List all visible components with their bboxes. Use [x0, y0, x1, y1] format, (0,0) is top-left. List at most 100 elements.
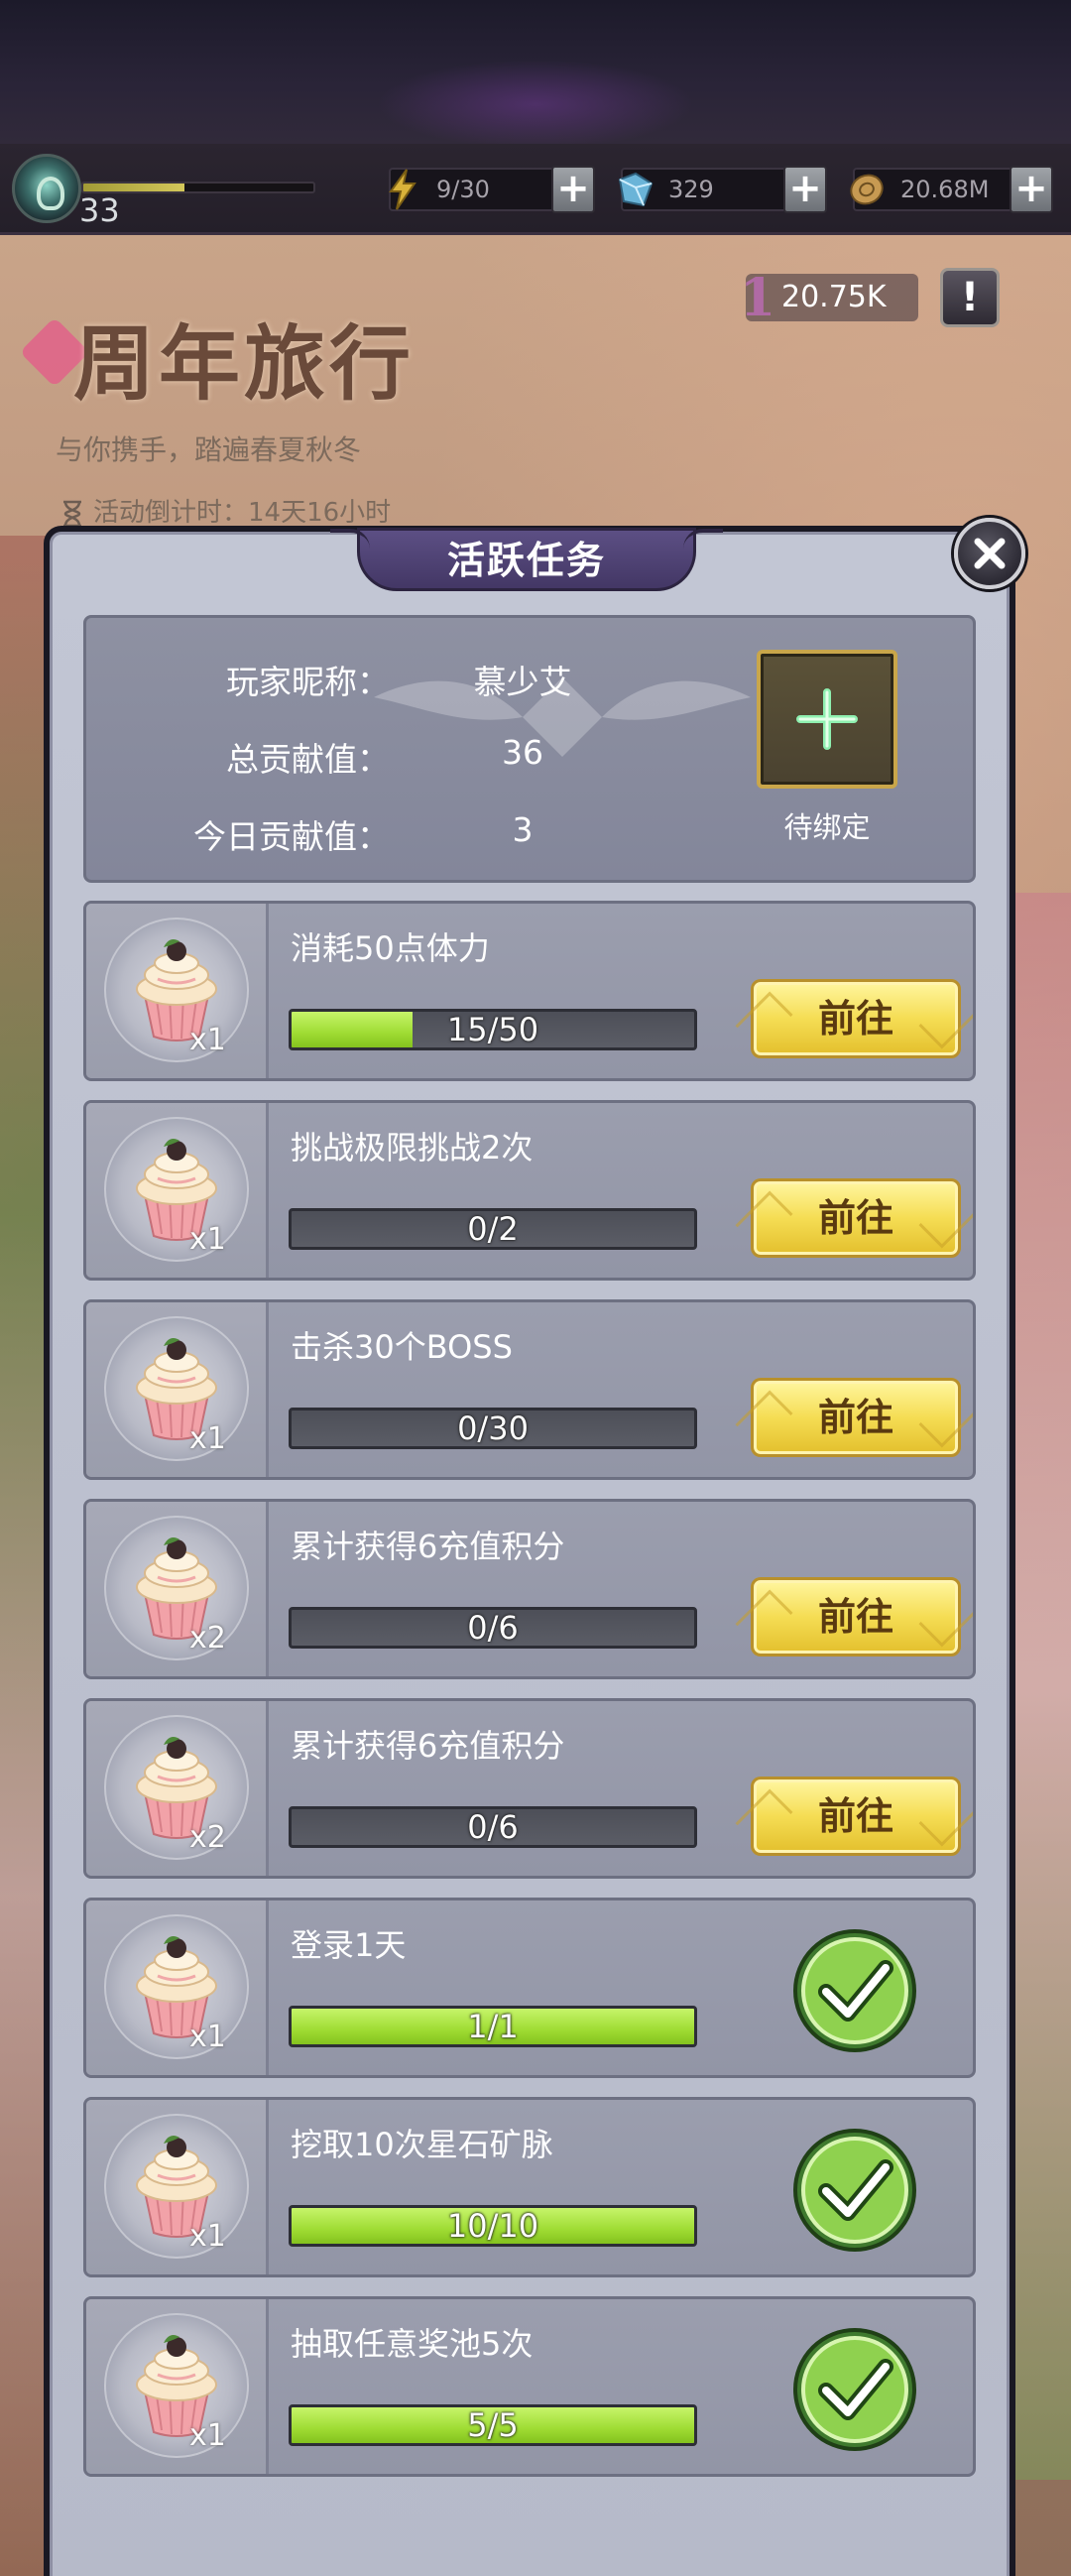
- bind-account-button[interactable]: [757, 650, 897, 789]
- resource-bar: 33 9/30 + 329 + 20.68M +: [0, 144, 1071, 235]
- task-reward[interactable]: x2: [86, 1502, 269, 1676]
- event-subtitle: 与你携手，踏遍春夏秋冬: [56, 433, 362, 466]
- go-button[interactable]: 前往: [751, 1577, 961, 1656]
- progress-text: 15/50: [446, 1011, 539, 1048]
- task-item: x2 累计获得6充值积分 0/6 前往: [83, 1499, 976, 1679]
- info-button[interactable]: !: [940, 268, 1000, 327]
- task-description: 登录1天: [291, 1926, 407, 1964]
- panel-title: 活跃任务: [446, 539, 606, 582]
- level-emblem-icon[interactable]: [12, 154, 81, 223]
- event-title: 周年旅行: [73, 316, 416, 412]
- go-button-label: 前往: [817, 1396, 893, 1439]
- task-reward[interactable]: x1: [86, 1103, 269, 1278]
- task-item: x1 挖取10次星石矿脉 10/10: [83, 2097, 976, 2277]
- close-button[interactable]: [954, 518, 1025, 589]
- bind-status-label: 待绑定: [783, 810, 871, 844]
- task-description: 击杀30个BOSS: [291, 1328, 513, 1366]
- task-description: 消耗50点体力: [291, 929, 490, 967]
- task-item: x2 累计获得6充值积分 0/6 前往: [83, 1698, 976, 1879]
- go-button[interactable]: 前往: [751, 1777, 961, 1856]
- task-description: 挑战极限挑战2次: [291, 1129, 534, 1166]
- gold-value: 20.68M: [900, 176, 990, 203]
- player-name-label: 玩家昵称：: [226, 663, 390, 701]
- gold-counter: 20.68M +: [850, 166, 1053, 213]
- task-reward[interactable]: x2: [86, 1701, 269, 1876]
- task-description: 累计获得6充值积分: [291, 1528, 565, 1565]
- go-button[interactable]: 前往: [751, 1178, 961, 1258]
- task-item: x1 挑战极限挑战2次 0/2 前往: [83, 1100, 976, 1281]
- task-description: 抽取任意奖池5次: [291, 2325, 534, 2363]
- add-gold-button[interactable]: +: [1010, 166, 1053, 213]
- event-score: 1 20.75K: [740, 268, 918, 328]
- add-gem-button[interactable]: +: [783, 166, 827, 213]
- add-stamina-button[interactable]: +: [551, 166, 595, 213]
- task-item: x1 登录1天 1/1: [83, 1898, 976, 2078]
- go-button[interactable]: 前往: [751, 979, 961, 1058]
- gem-icon: [609, 164, 660, 215]
- progress-text: 0/30: [457, 1410, 529, 1447]
- task-progress-bar: 0/30: [289, 1408, 697, 1449]
- total-contribution-label: 总贡献值：: [226, 740, 390, 779]
- task-reward[interactable]: x1: [86, 2100, 269, 2274]
- task-reward[interactable]: x1: [86, 1302, 269, 1477]
- task-reward[interactable]: x1: [86, 904, 269, 1078]
- reward-count: x1: [189, 1023, 226, 1057]
- today-contribution-value: 3: [512, 810, 534, 849]
- go-button-label: 前往: [817, 1196, 893, 1240]
- go-button-label: 前往: [817, 1595, 893, 1639]
- task-progress-bar: 5/5: [289, 2404, 697, 2446]
- reward-count: x1: [189, 1421, 226, 1456]
- gem-value: 329: [668, 176, 714, 203]
- go-button[interactable]: 前往: [751, 1378, 961, 1457]
- player-name-value: 慕少艾: [473, 663, 572, 701]
- progress-text: 10/10: [446, 2207, 539, 2245]
- go-button-label: 前往: [817, 997, 893, 1041]
- reward-count: x1: [189, 1222, 226, 1257]
- panel-title-tab: 活跃任务: [330, 528, 723, 591]
- hourglass-icon: [63, 500, 81, 527]
- task-progress-bar: 0/6: [289, 1806, 697, 1848]
- go-button-label: 前往: [817, 1794, 893, 1838]
- task-progress-bar: 0/2: [289, 1208, 697, 1250]
- task-progress-bar: 0/6: [289, 1607, 697, 1649]
- task-progress-bar: 1/1: [289, 2006, 697, 2047]
- top-backdrop: [0, 0, 1071, 149]
- score-prefix: 1: [740, 268, 776, 328]
- reward-count: x1: [189, 2020, 226, 2054]
- exp-bar-fill: [83, 184, 185, 191]
- stamina-value: 9/30: [436, 176, 490, 203]
- task-description: 挖取10次星石矿脉: [291, 2126, 553, 2163]
- lightning-icon: [377, 164, 428, 215]
- task-item: x1 击杀30个BOSS 0/30 前往: [83, 1299, 976, 1480]
- checkmark-icon: [790, 1926, 919, 2055]
- player-level: 33: [79, 191, 120, 229]
- plus-icon: [796, 688, 858, 750]
- reward-count: x2: [189, 1820, 226, 1855]
- checkmark-icon: [790, 2126, 919, 2255]
- task-reward[interactable]: x1: [86, 2299, 269, 2474]
- task-reward[interactable]: x1: [86, 1901, 269, 2075]
- progress-text: 5/5: [467, 2406, 519, 2444]
- task-item: x1 消耗50点体力 15/50 前往: [83, 901, 976, 1081]
- progress-text: 1/1: [467, 2008, 519, 2045]
- gem-counter: 329 +: [618, 166, 827, 213]
- reward-count: x1: [189, 2219, 226, 2254]
- stamina-counter: 9/30 +: [389, 166, 595, 213]
- progress-text: 0/6: [467, 1609, 519, 1647]
- task-item: x1 抽取任意奖池5次 5/5: [83, 2296, 976, 2477]
- score-value: 20.75K: [781, 280, 887, 314]
- progress-text: 0/6: [467, 1808, 519, 1846]
- task-progress-bar: 10/10: [289, 2205, 697, 2247]
- reward-count: x1: [189, 2418, 226, 2453]
- checkmark-icon: [790, 2325, 919, 2454]
- player-info-card: 玩家昵称： 慕少艾 总贡献值： 36 今日贡献值： 3 待绑定: [83, 615, 976, 883]
- reward-count: x2: [189, 1621, 226, 1656]
- flower-decoration: [1012, 893, 1071, 2480]
- task-progress-bar: 15/50: [289, 1009, 697, 1050]
- today-contribution-label: 今日贡献值：: [193, 817, 390, 856]
- coin-icon: [841, 164, 892, 215]
- close-icon: [974, 538, 1006, 569]
- progress-text: 0/2: [467, 1210, 519, 1248]
- total-contribution-value: 36: [502, 733, 543, 772]
- task-description: 累计获得6充值积分: [291, 1727, 565, 1765]
